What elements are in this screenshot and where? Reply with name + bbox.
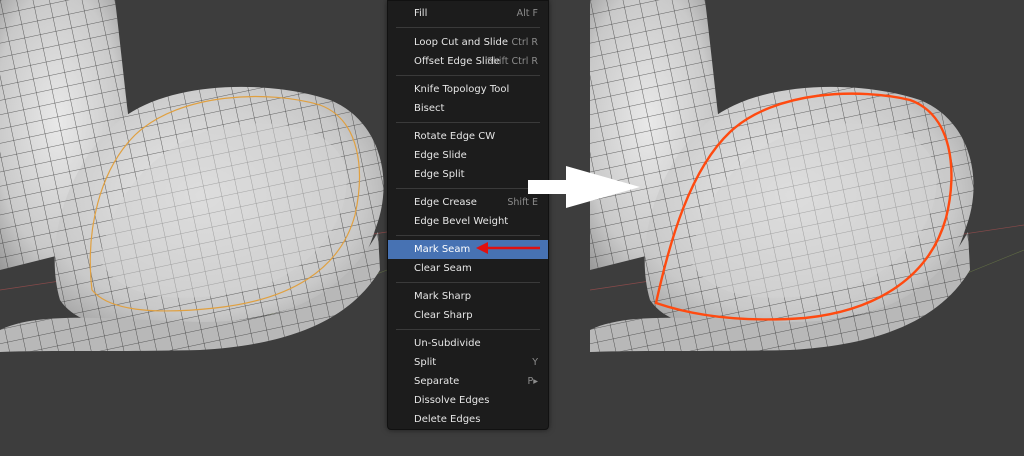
menu-item-fill[interactable]: Fill Alt F bbox=[388, 4, 548, 23]
menu-item-edge-split[interactable]: Edge Split bbox=[388, 165, 548, 184]
menu-item-label: Delete Edges bbox=[414, 414, 481, 425]
menu-item-label: Bisect bbox=[414, 103, 445, 114]
menu-item-loop-cut-and-slide[interactable]: Loop Cut and Slide Ctrl R bbox=[388, 33, 548, 52]
menu-item-clear-sharp[interactable]: Clear Sharp bbox=[388, 306, 548, 325]
menu-separator bbox=[396, 27, 540, 28]
viewport-before[interactable] bbox=[0, 0, 387, 456]
menu-item-edge-slide[interactable]: Edge Slide bbox=[388, 146, 548, 165]
menu-item-label: Edge Bevel Weight bbox=[414, 216, 509, 227]
menu-item-bisect[interactable]: Bisect bbox=[388, 99, 548, 118]
menu-item-label: Edge Slide bbox=[414, 150, 467, 161]
menu-separator bbox=[396, 282, 540, 283]
menu-item-shortcut: Y bbox=[532, 357, 538, 368]
menu-item-label: Edge Split bbox=[414, 169, 465, 180]
menu-item-rotate-edge-cw[interactable]: Rotate Edge CW bbox=[388, 127, 548, 146]
menu-item-label: Dissolve Edges bbox=[414, 395, 490, 406]
menu-item-label: Split bbox=[414, 357, 437, 368]
edge-context-menu: Fill Alt F Loop Cut and Slide Ctrl R Off… bbox=[387, 0, 549, 430]
menu-item-split[interactable]: Split Y bbox=[388, 353, 548, 372]
menu-item-delete-edges[interactable]: Delete Edges bbox=[388, 410, 548, 429]
menu-item-shortcut: Ctrl R bbox=[511, 37, 538, 48]
menu-item-label: Loop Cut and Slide bbox=[414, 37, 508, 48]
menu-item-label: Mark Sharp bbox=[414, 291, 472, 302]
menu-item-shortcut: Alt F bbox=[516, 8, 538, 19]
menu-separator bbox=[396, 235, 540, 236]
white-right-arrow-icon bbox=[528, 166, 640, 208]
menu-item-un-subdivide[interactable]: Un-Subdivide bbox=[388, 334, 548, 353]
menu-item-label: Clear Seam bbox=[414, 263, 472, 274]
menu-separator bbox=[396, 75, 540, 76]
menu-separator bbox=[396, 188, 540, 189]
viewport-after[interactable] bbox=[590, 0, 1024, 456]
red-left-arrow-icon bbox=[476, 242, 540, 254]
menu-separator bbox=[396, 122, 540, 123]
mesh-before bbox=[0, 0, 387, 352]
menu-item-label: Fill bbox=[414, 8, 428, 19]
menu-item-label: Clear Sharp bbox=[414, 310, 473, 321]
menu-item-edge-crease[interactable]: Edge Crease Shift E bbox=[388, 193, 548, 212]
menu-item-label: Rotate Edge CW bbox=[414, 131, 496, 142]
menu-item-label: Edge Crease bbox=[414, 197, 477, 208]
menu-item-offset-edge-slide[interactable]: Offset Edge Slide Shift Ctrl R bbox=[388, 52, 548, 71]
menu-item-mark-sharp[interactable]: Mark Sharp bbox=[388, 287, 548, 306]
menu-item-label: Knife Topology Tool bbox=[414, 84, 510, 95]
menu-item-edge-bevel-weight[interactable]: Edge Bevel Weight bbox=[388, 212, 548, 231]
menu-item-separate[interactable]: Separate P▸ bbox=[388, 372, 548, 391]
menu-item-dissolve-edges[interactable]: Dissolve Edges bbox=[388, 391, 548, 410]
menu-item-label: Separate bbox=[414, 376, 460, 387]
menu-item-label: Un-Subdivide bbox=[414, 338, 481, 349]
menu-item-knife-topology-tool[interactable]: Knife Topology Tool bbox=[388, 80, 548, 99]
menu-item-clear-seam[interactable]: Clear Seam bbox=[388, 259, 548, 278]
mesh-after bbox=[590, 0, 1024, 352]
menu-item-label: Mark Seam bbox=[414, 244, 471, 255]
menu-item-shortcut: Shift Ctrl R bbox=[486, 56, 538, 67]
menu-separator bbox=[396, 329, 540, 330]
menu-item-shortcut: P▸ bbox=[527, 376, 539, 387]
